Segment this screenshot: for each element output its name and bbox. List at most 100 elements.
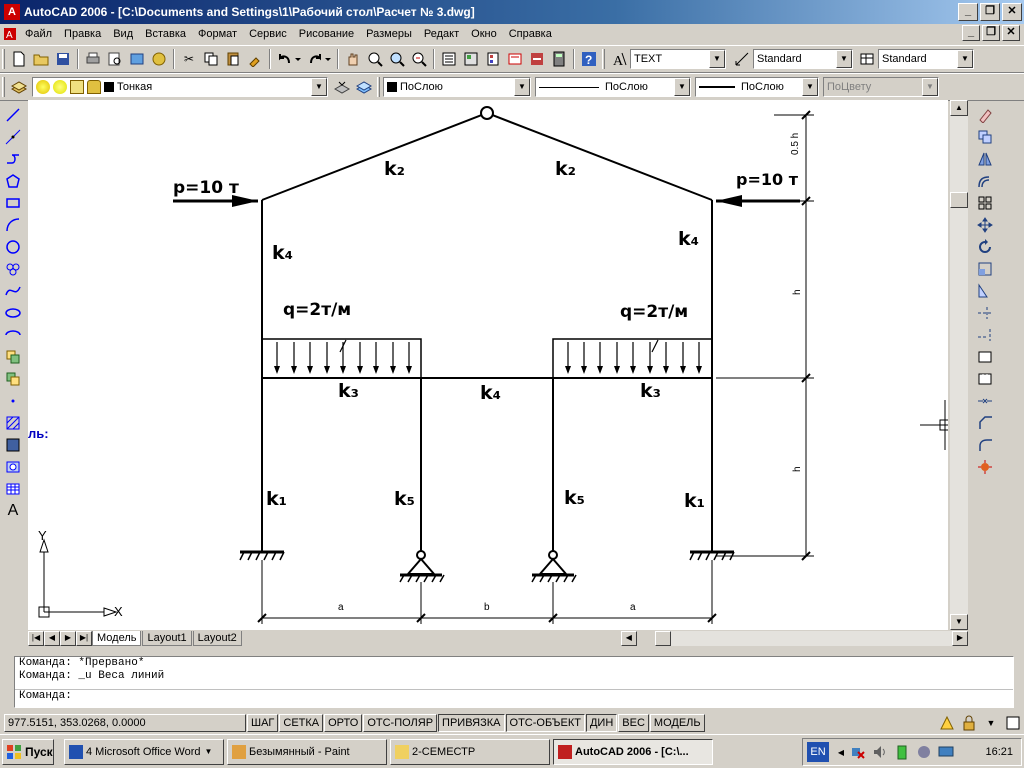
- stretch-icon[interactable]: [974, 281, 996, 302]
- vertical-scrollbar[interactable]: ▲ ▼: [950, 100, 968, 630]
- copy-icon[interactable]: [201, 49, 221, 69]
- layer-previous-icon[interactable]: [354, 77, 374, 97]
- task-paint[interactable]: Безымянный - Paint: [227, 738, 387, 765]
- display-icon[interactable]: [936, 742, 956, 762]
- toolbar-lock-icon[interactable]: [959, 713, 979, 733]
- hatch-icon[interactable]: [2, 413, 24, 434]
- explode-icon[interactable]: [974, 457, 996, 478]
- snap-toggle[interactable]: ШАГ: [247, 714, 279, 732]
- last-tab-button[interactable]: ▶|: [76, 630, 92, 646]
- dyn-toggle[interactable]: ДИН: [585, 714, 618, 732]
- menu-tools[interactable]: Сервис: [243, 25, 293, 43]
- extend-icon[interactable]: [974, 325, 996, 346]
- print-icon[interactable]: [83, 49, 103, 69]
- chevron-down-icon[interactable]: ▼: [674, 78, 690, 96]
- point-icon[interactable]: [2, 391, 24, 412]
- battery-icon[interactable]: [892, 742, 912, 762]
- redo-icon[interactable]: [305, 49, 333, 69]
- menu-format[interactable]: Формат: [192, 25, 243, 43]
- rotate-icon[interactable]: [974, 237, 996, 258]
- dim-style-select[interactable]: Standard ▼: [753, 49, 853, 69]
- zoom-realtime-icon[interactable]: [365, 49, 385, 69]
- menu-file[interactable]: Файл: [19, 25, 58, 43]
- spline-icon[interactable]: [2, 281, 24, 302]
- design-center-icon[interactable]: [461, 49, 481, 69]
- erase-icon[interactable]: [974, 105, 996, 126]
- document-icon[interactable]: A: [2, 26, 18, 42]
- task-autocad[interactable]: AutoCAD 2006 - [C:\...: [553, 738, 713, 765]
- lock-icon[interactable]: [87, 80, 101, 94]
- ortho-toggle[interactable]: ОРТО: [324, 714, 363, 732]
- table-style-icon[interactable]: [857, 49, 877, 69]
- break-at-point-icon[interactable]: [974, 347, 996, 368]
- clean-screen-icon[interactable]: [1003, 713, 1023, 733]
- region-icon[interactable]: [2, 457, 24, 478]
- line-icon[interactable]: [2, 105, 24, 126]
- chevron-down-icon[interactable]: ▼: [802, 78, 818, 96]
- next-tab-button[interactable]: ▶: [60, 630, 76, 646]
- arc-icon[interactable]: [2, 215, 24, 236]
- task-folder[interactable]: 2-СЕМЕСТР: [390, 738, 550, 765]
- join-icon[interactable]: [974, 391, 996, 412]
- scale-icon[interactable]: [974, 259, 996, 280]
- dim-style-icon[interactable]: [732, 49, 752, 69]
- command-prompt[interactable]: Команда:: [15, 689, 1013, 702]
- scroll-down-arrow[interactable]: ▼: [950, 614, 968, 630]
- help-icon[interactable]: ?: [579, 49, 599, 69]
- polyline-icon[interactable]: [2, 149, 24, 170]
- chevron-down-icon[interactable]: ▼: [957, 50, 973, 68]
- polygon-icon[interactable]: [2, 171, 24, 192]
- doc-close-button[interactable]: ✕: [1002, 25, 1020, 41]
- doc-restore-button[interactable]: ❐: [982, 25, 1000, 41]
- doc-minimize-button[interactable]: _: [962, 25, 980, 41]
- pan-realtime-icon[interactable]: [343, 49, 363, 69]
- text-style-icon[interactable]: A: [609, 49, 629, 69]
- 3d-dwf-icon[interactable]: [149, 49, 169, 69]
- table-style-select[interactable]: Standard ▼: [878, 49, 974, 69]
- restore-button[interactable]: ❐: [980, 3, 1000, 21]
- menu-insert[interactable]: Вставка: [139, 25, 192, 43]
- first-tab-button[interactable]: |◀: [28, 630, 44, 646]
- lineweight-toggle[interactable]: ВЕС: [618, 714, 649, 732]
- linetype-select[interactable]: ПоСлою ▼: [535, 77, 691, 97]
- chevron-down-icon[interactable]: ▼: [514, 78, 530, 96]
- properties-icon[interactable]: [439, 49, 459, 69]
- chevron-down-icon[interactable]: ▼: [709, 50, 725, 68]
- sun-icon[interactable]: [53, 80, 67, 94]
- drawing-canvas[interactable]: p=10 т p=10 т k₂ k₂ k₄ k₄ q=2т/м q=2т/м …: [28, 100, 948, 630]
- circle-icon[interactable]: [2, 237, 24, 258]
- osnap-toggle[interactable]: ПРИВЯЗКА: [438, 714, 505, 732]
- comm-center-icon[interactable]: [937, 713, 957, 733]
- zoom-previous-icon[interactable]: [409, 49, 429, 69]
- lineweight-select[interactable]: ПоСлою ▼: [695, 77, 819, 97]
- rectangle-icon[interactable]: [2, 193, 24, 214]
- publish-icon[interactable]: [127, 49, 147, 69]
- volume-icon[interactable]: [870, 742, 890, 762]
- clock[interactable]: 16:21: [985, 746, 1013, 758]
- match-properties-icon[interactable]: [245, 49, 265, 69]
- zoom-window-icon[interactable]: [387, 49, 407, 69]
- prev-tab-button[interactable]: ◀: [44, 630, 60, 646]
- mirror-icon[interactable]: [974, 149, 996, 170]
- markup-icon[interactable]: [527, 49, 547, 69]
- open-folder-icon[interactable]: [31, 49, 51, 69]
- trim-icon[interactable]: [974, 303, 996, 324]
- polar-toggle[interactable]: ОТС-ПОЛЯР: [363, 714, 438, 732]
- start-button[interactable]: Пуск: [2, 738, 54, 765]
- menu-view[interactable]: Вид: [107, 25, 139, 43]
- vertical-scroll-thumb[interactable]: [950, 192, 968, 208]
- calculator-icon[interactable]: [549, 49, 569, 69]
- ellipse-arc-icon[interactable]: [2, 325, 24, 346]
- paste-icon[interactable]: [223, 49, 243, 69]
- tab-layout1[interactable]: Layout1: [142, 630, 192, 646]
- table-icon[interactable]: [2, 479, 24, 500]
- chevron-down-icon[interactable]: ▼: [836, 50, 852, 68]
- horizontal-scroll-thumb[interactable]: [654, 630, 671, 646]
- make-object-layer-current-icon[interactable]: [332, 77, 352, 97]
- minimize-button[interactable]: _: [958, 3, 978, 21]
- fillet-icon[interactable]: [974, 435, 996, 456]
- plot-preview-icon[interactable]: [105, 49, 125, 69]
- model-toggle[interactable]: МОДЕЛЬ: [649, 714, 705, 732]
- tray-arrow-icon[interactable]: ◀: [836, 742, 846, 762]
- task-word[interactable]: 4 Microsoft Office Word ▼: [64, 738, 224, 765]
